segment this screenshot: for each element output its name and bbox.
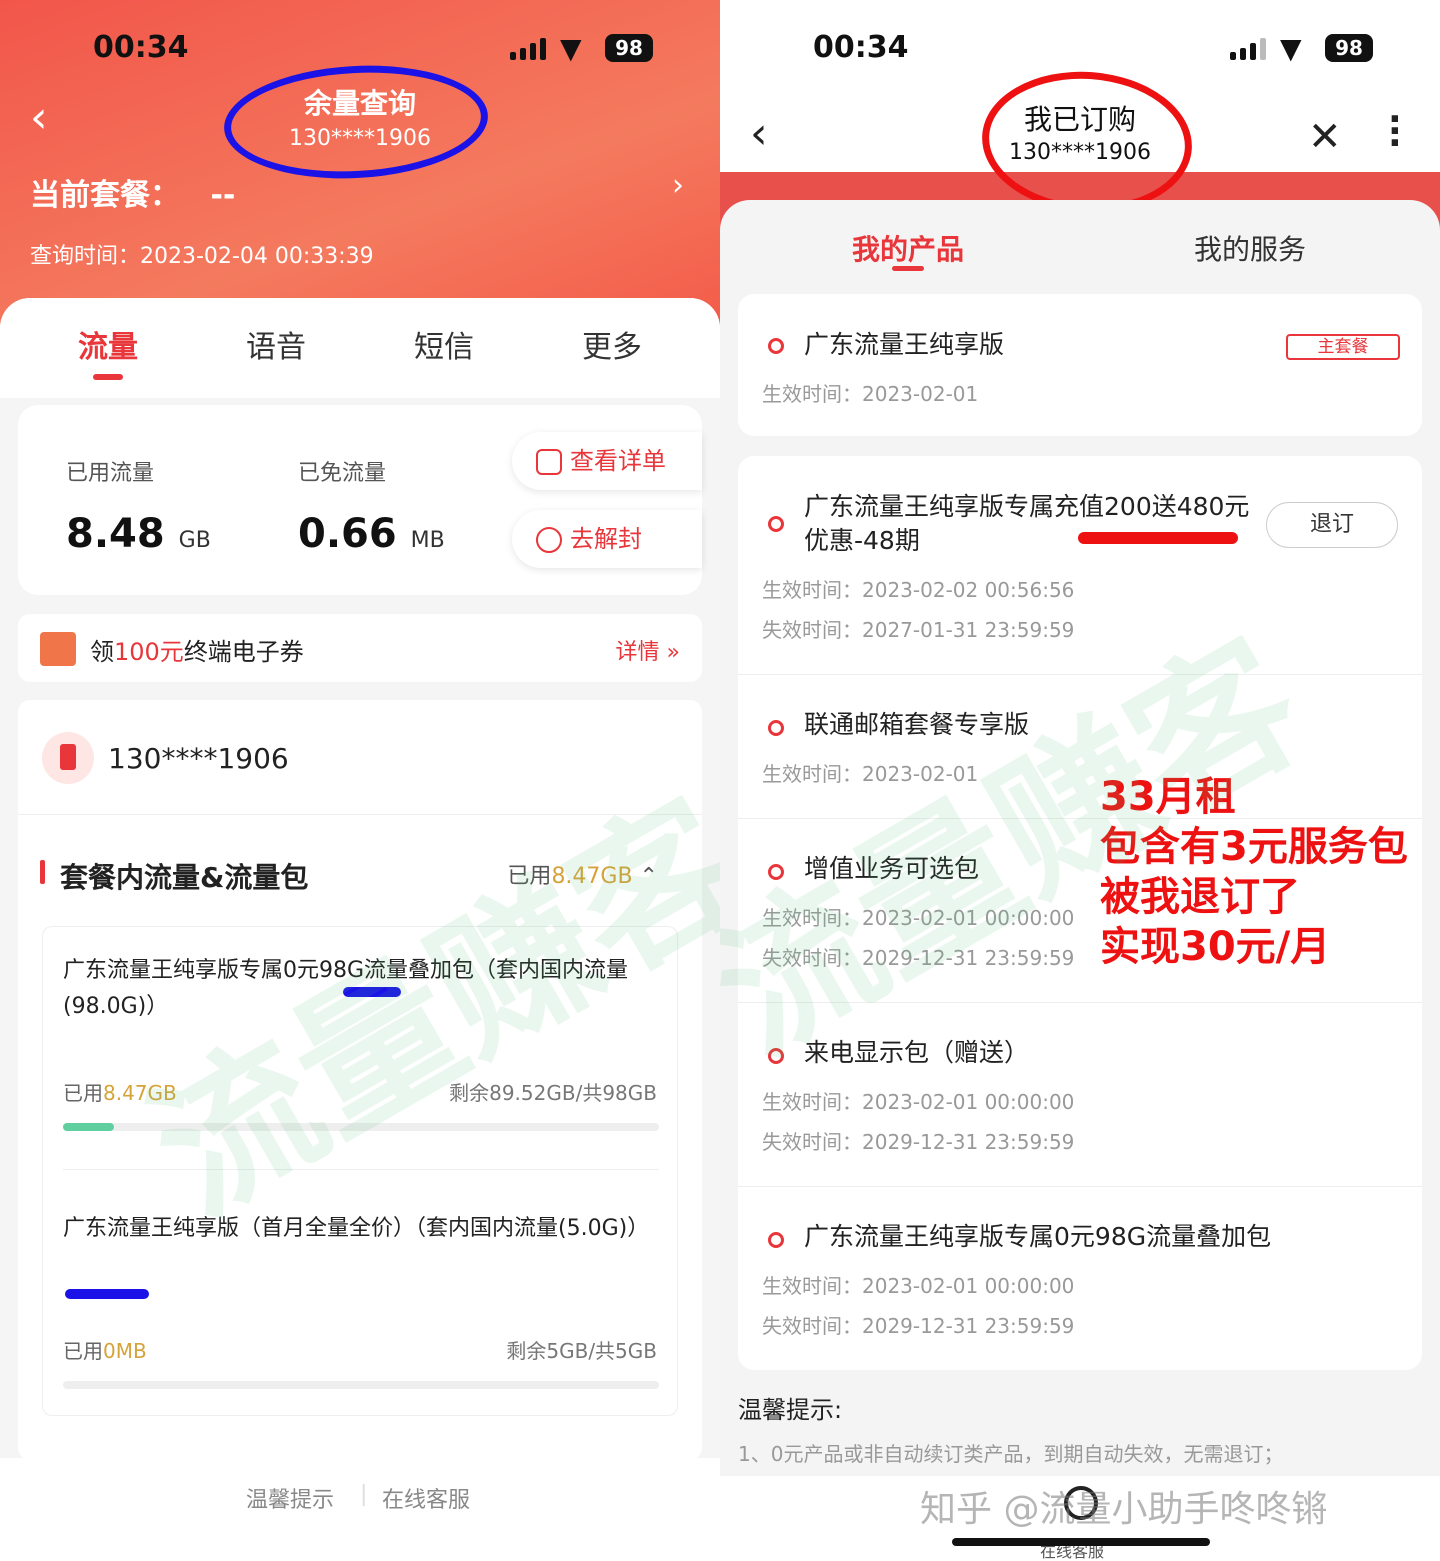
online-service-link[interactable]: 在线客服 xyxy=(382,1482,470,1514)
tips-link[interactable]: 温馨提示 xyxy=(246,1482,334,1514)
package-progress xyxy=(63,1381,659,1389)
product-start: 生效时间：2023-02-01 xyxy=(762,382,979,406)
footer: 温馨提示 | 在线客服 xyxy=(0,1458,720,1561)
product-name: 广东流量王纯享版专属充值200送480元优惠-48期 xyxy=(804,492,1250,555)
wifi-icon: ▼ xyxy=(560,32,582,65)
bullet-icon xyxy=(768,1232,784,1248)
signal-icon xyxy=(1230,38,1268,60)
package-list: 130****1906 套餐内流量&流量包 已用8.47GB ⌃ 广东流量王纯享… xyxy=(18,700,702,1460)
chevron-right-icon[interactable]: › xyxy=(672,168,684,203)
product-start: 生效时间：2023-02-01 00:00:00 xyxy=(762,906,1075,930)
bullet-icon xyxy=(768,1048,784,1064)
unblock-button[interactable]: 去解封 xyxy=(512,510,702,568)
product-start: 生效时间：2023-02-02 00:56:56 xyxy=(762,578,1075,602)
tab-my-services[interactable]: 我的服务 xyxy=(1194,228,1306,268)
current-plan[interactable]: 当前套餐： -- xyxy=(30,170,235,214)
tab-sms[interactable]: 短信 xyxy=(414,322,474,366)
red-text-annotation: 33月租 包含有3元服务包 被我退订了 实现30元/月 xyxy=(1100,774,1408,970)
footer-separator: | xyxy=(360,1482,368,1507)
product-end: 失效时间：2029-12-31 23:59:59 xyxy=(762,1130,1075,1154)
document-search-icon xyxy=(536,449,562,475)
blue-underline-annotation xyxy=(343,987,401,997)
used-data-label: 已用流量 xyxy=(66,461,155,486)
status-bar: 00:34 ▼ 98 xyxy=(720,30,1440,70)
product-name: 广东流量王纯享版 xyxy=(804,330,1005,359)
blue-underline-annotation xyxy=(65,1289,149,1299)
product-name: 广东流量王纯享版专属0元98G流量叠加包 xyxy=(804,1222,1272,1251)
bullet-icon xyxy=(768,720,784,736)
unsubscribe-button[interactable]: 退订 xyxy=(1266,502,1398,548)
tab-voice[interactable]: 语音 xyxy=(246,322,306,366)
red-underline-annotation xyxy=(1078,532,1238,544)
product-start: 生效时间：2023-02-01 00:00:00 xyxy=(762,1274,1075,1298)
divider xyxy=(18,814,702,815)
tab-indicator xyxy=(93,374,123,380)
tips-title: 温馨提示: xyxy=(738,1396,843,1424)
zhihu-watermark: 知乎 @流量小助手咚咚锵 xyxy=(920,1489,1328,1530)
main-plan-badge: 主套餐 xyxy=(1286,334,1400,360)
package-items: 广东流量王纯享版专属0元98G流量叠加包（套内国内流量(98.0G)） 已用8.… xyxy=(42,926,678,1416)
status-time: 00:34 xyxy=(93,30,189,65)
view-details-button[interactable]: 查看详单 xyxy=(512,432,702,490)
left-screenshot: 00:34 ▼ 98 ‹ 余量查询 130****1906 当前套餐： -- ›… xyxy=(0,0,720,1561)
tips-line: 1、0元产品或非自动续订类产品，到期自动失效，无需退订； xyxy=(738,1442,1284,1466)
phone-icon xyxy=(42,732,94,784)
coupon-banner[interactable]: 领100元终端电子券 详情 » xyxy=(18,614,702,682)
signal-icon xyxy=(510,38,548,60)
package-name: 广东流量王纯享版（首月全量全价）（套内国内流量(5.0G)） xyxy=(63,1216,650,1241)
tab-indicator xyxy=(892,266,924,271)
product-name: 联通邮箱套餐专享版 xyxy=(804,710,1030,739)
package-remaining: 剩余5GB/共5GB xyxy=(506,1339,657,1363)
coupon-details-link[interactable]: 详情 » xyxy=(616,634,680,666)
lock-icon xyxy=(536,527,562,553)
section-marker xyxy=(40,860,45,884)
right-screenshot: 00:34 ▼ 98 ‹ 我已订购 130****1906 ✕ · · · 我的产品… xyxy=(720,0,1440,1561)
product-end: 失效时间：2029-12-31 23:59:59 xyxy=(762,1314,1075,1338)
coupon-text: 领100元终端电子券 xyxy=(90,638,304,666)
plan-value: -- xyxy=(210,178,236,213)
bullet-icon xyxy=(768,338,784,354)
back-icon[interactable]: ‹ xyxy=(30,92,48,143)
tab-data[interactable]: 流量 xyxy=(78,322,138,366)
product-name: 来电显示包（赠送） xyxy=(804,1038,1030,1067)
product-start: 生效时间：2023-02-01 00:00:00 xyxy=(762,1090,1075,1114)
home-indicator xyxy=(952,1538,1210,1546)
package-used: 已用8.47GB xyxy=(63,1081,177,1105)
tab-my-products[interactable]: 我的产品 xyxy=(852,228,964,268)
close-icon[interactable]: ✕ xyxy=(1308,114,1342,160)
back-icon[interactable]: ‹ xyxy=(750,108,768,159)
product-start: 生效时间：2023-02-01 xyxy=(762,762,979,786)
status-bar: 00:34 ▼ 98 xyxy=(0,30,720,70)
tab-more[interactable]: 更多 xyxy=(582,322,642,366)
product-item: 广东流量王纯享版专属0元98G流量叠加包 生效时间：2023-02-01 00:… xyxy=(738,1186,1422,1370)
battery-icon: 98 xyxy=(1325,34,1373,62)
battery-icon: 98 xyxy=(605,34,653,62)
query-time: 查询时间：2023-02-04 00:33:39 xyxy=(30,244,374,269)
divider xyxy=(63,1169,659,1170)
status-time: 00:34 xyxy=(813,30,909,65)
package-progress xyxy=(63,1123,659,1131)
product-end: 失效时间：2027-01-31 23:59:59 xyxy=(762,618,1075,642)
package-used: 已用0MB xyxy=(63,1339,147,1363)
plan-label: 当前套餐： xyxy=(30,178,180,213)
usage-tabs: 流量 语音 短信 更多 xyxy=(0,298,720,398)
free-data-value: 0.66 MB xyxy=(298,511,445,557)
wifi-icon: ▼ xyxy=(1280,32,1302,65)
gift-icon xyxy=(40,632,76,666)
product-card: 广东流量王纯享版 主套餐 生效时间：2023-02-01 xyxy=(738,294,1422,436)
section-used[interactable]: 已用8.47GB ⌃ xyxy=(507,858,658,890)
phone-number: 130****1906 xyxy=(108,742,289,775)
product-item: 广东流量王纯享版专属充值200送480元优惠-48期 退订 生效时间：2023-… xyxy=(738,456,1422,674)
bullet-icon xyxy=(768,864,784,880)
product-end: 失效时间：2029-12-31 23:59:59 xyxy=(762,946,1075,970)
used-data-value: 8.48 GB xyxy=(66,511,211,557)
more-icon[interactable]: · · · xyxy=(1388,102,1402,162)
section-title: 套餐内流量&流量包 xyxy=(60,861,309,894)
package-remaining: 剩余89.52GB/共98GB xyxy=(449,1081,657,1105)
product-item: 来电显示包（赠送） 生效时间：2023-02-01 00:00:00 失效时间：… xyxy=(738,1002,1422,1186)
free-data-label: 已免流量 xyxy=(298,461,387,486)
bullet-icon xyxy=(768,516,784,532)
